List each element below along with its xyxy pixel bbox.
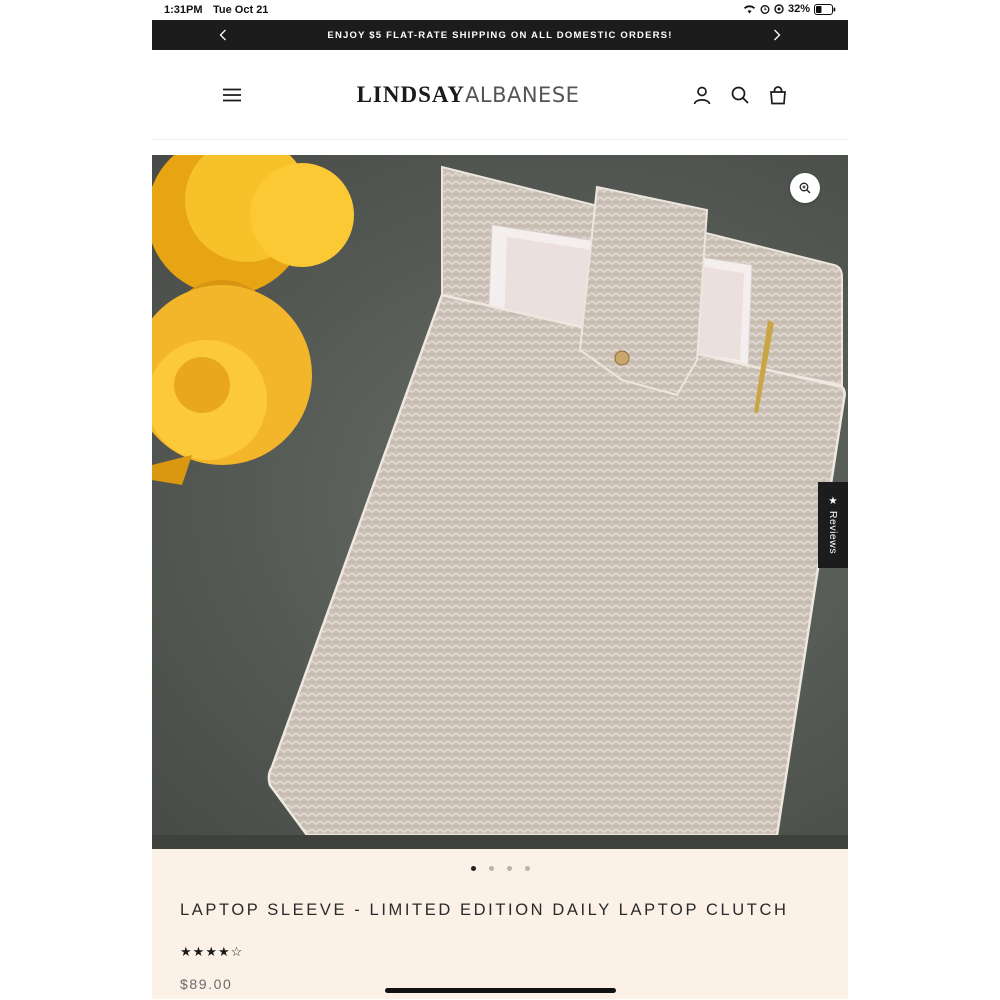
announcement-bar: ENJOY $5 FLAT-RATE SHIPPING ON ALL DOMES… <box>152 20 848 50</box>
status-date: Tue Oct 21 <box>213 4 269 16</box>
product-title: LAPTOP SLEEVE - LIMITED EDITION DAILY LA… <box>180 901 789 919</box>
store-page: ENJOY $5 FLAT-RATE SHIPPING ON ALL DOMES… <box>152 20 848 1000</box>
account-icon[interactable] <box>692 85 712 105</box>
product-rating[interactable]: ★ ★ ★ ★ ☆ <box>180 944 242 960</box>
logo-bold-text: LINDSAY <box>356 81 465 107</box>
laptop-sleeve-illustration <box>152 155 848 849</box>
chevron-left-icon <box>219 29 226 41</box>
alarm-icon <box>760 5 770 14</box>
chevron-right-icon <box>774 29 781 41</box>
battery-percent: 32% <box>787 3 810 15</box>
status-bar: 1:31PM Tue Oct 21 32% <box>0 0 1000 20</box>
star-filled-icon: ★ <box>205 944 217 959</box>
gallery-dot-1[interactable] <box>470 866 476 871</box>
zoom-in-icon <box>799 182 811 194</box>
star-filled-icon: ★ <box>180 944 192 959</box>
logo-thin-text: ALBANESE <box>465 82 580 107</box>
brand-logo[interactable]: LINDSAY ALBANESE <box>357 82 580 108</box>
star-filled-icon: ★ <box>192 944 205 959</box>
location-icon <box>774 4 784 14</box>
gallery-dot-4[interactable] <box>524 866 530 871</box>
star-filled-icon: ★ <box>217 944 230 959</box>
reviews-tab-label: ★ Reviews <box>827 495 839 555</box>
home-indicator[interactable] <box>385 988 616 993</box>
gallery-pagination <box>152 866 848 871</box>
star-empty-icon: ☆ <box>230 944 243 959</box>
product-image[interactable]: ★ Reviews <box>152 155 848 849</box>
announcement-prev-button[interactable] <box>216 28 230 42</box>
product-price: $89.00 <box>180 976 233 992</box>
zoom-button[interactable] <box>790 173 820 203</box>
product-info: LAPTOP SLEEVE - LIMITED EDITION DAILY LA… <box>152 849 848 999</box>
wifi-icon <box>743 5 755 14</box>
announcement-text: ENJOY $5 FLAT-RATE SHIPPING ON ALL DOMES… <box>327 29 673 41</box>
cart-bag-icon[interactable] <box>768 85 788 105</box>
header-actions <box>692 85 788 105</box>
gallery-dot-3[interactable] <box>506 866 512 871</box>
battery-icon <box>814 3 836 15</box>
yellow-roses <box>152 155 354 485</box>
status-indicators: 32% <box>743 3 836 15</box>
reviews-tab[interactable]: ★ Reviews <box>818 482 848 568</box>
site-header: LINDSAY ALBANESE <box>152 50 848 140</box>
announcement-next-button[interactable] <box>770 28 784 42</box>
search-icon[interactable] <box>730 85 750 105</box>
status-time: 1:31PM <box>164 4 203 16</box>
hamburger-menu-icon[interactable] <box>220 83 244 107</box>
gallery-dot-2[interactable] <box>488 866 494 871</box>
